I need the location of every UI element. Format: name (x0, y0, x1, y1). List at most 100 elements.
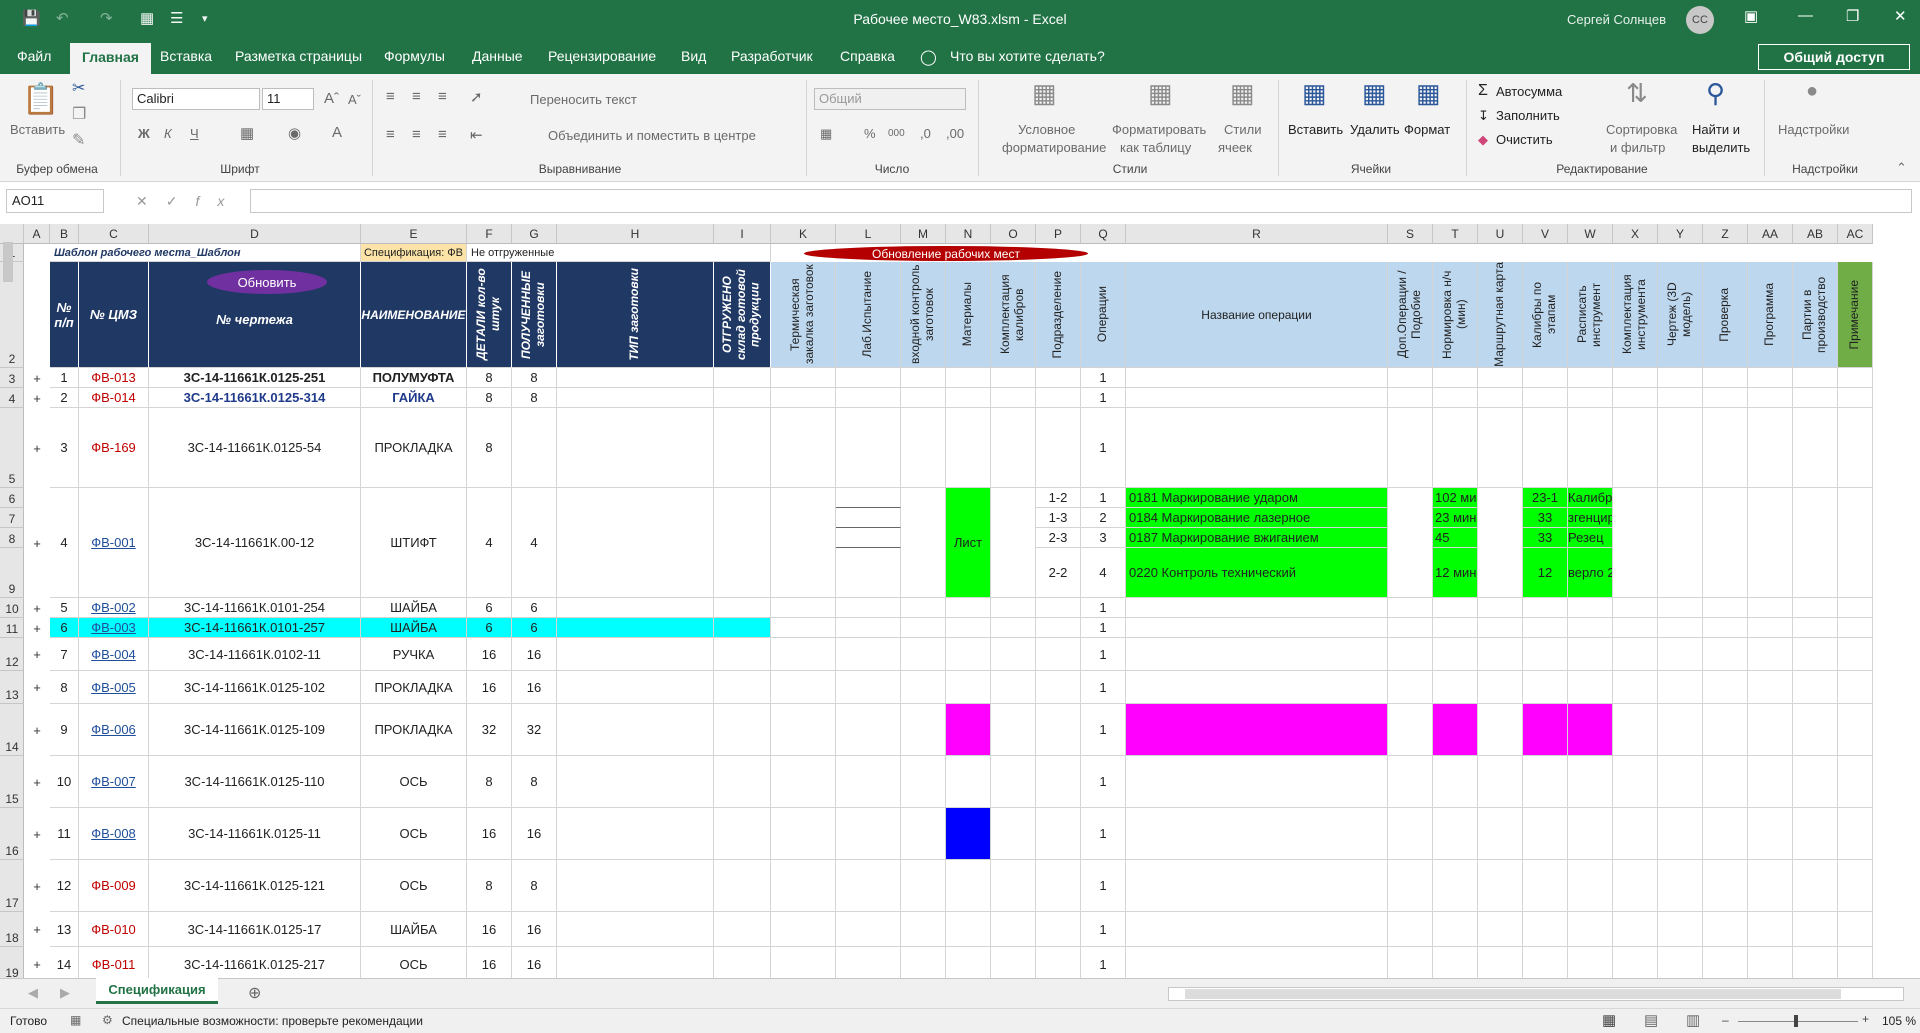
cell-p[interactable] (1036, 860, 1081, 912)
cell-styles-label[interactable]: ячеек (1218, 140, 1252, 155)
cell-o[interactable] (991, 598, 1036, 618)
clear-button[interactable]: Очистить (1496, 132, 1553, 147)
cell-i[interactable] (714, 408, 771, 488)
align-middle-icon[interactable]: ≡ (412, 88, 421, 105)
cell-h[interactable] (557, 488, 714, 598)
highlight-magenta[interactable] (1433, 704, 1478, 756)
cell-m[interactable] (901, 598, 946, 618)
cell-l[interactable] (836, 860, 901, 912)
cell-f[interactable]: 32 (467, 704, 512, 756)
cell-y[interactable] (1658, 947, 1703, 978)
cell-r[interactable] (1126, 388, 1388, 408)
cell-h[interactable] (557, 618, 714, 638)
cell-t[interactable] (1433, 808, 1478, 860)
cell-c[interactable]: ФВ-006 (79, 704, 149, 756)
cell-x[interactable] (1613, 808, 1658, 860)
cell-ac[interactable] (1838, 618, 1873, 638)
outline-expand-icon[interactable]: + (24, 704, 50, 756)
column-header[interactable]: M (901, 224, 946, 244)
cell-o[interactable] (991, 408, 1036, 488)
cell-v[interactable] (1523, 860, 1568, 912)
cell-n[interactable] (946, 368, 991, 388)
cell-c[interactable]: ФВ-002 (79, 598, 149, 618)
maximize-icon[interactable]: ❐ (1846, 7, 1859, 25)
cell-s[interactable] (1388, 368, 1433, 388)
format-table-label[interactable]: как таблицу (1120, 140, 1191, 155)
cell-n[interactable] (946, 598, 991, 618)
cell-i[interactable] (714, 638, 771, 671)
cell-p[interactable] (1036, 618, 1081, 638)
lab-cell[interactable] (836, 488, 901, 508)
align-top-icon[interactable]: ≡ (386, 88, 395, 105)
cell-r[interactable] (1126, 808, 1388, 860)
cell-x[interactable] (1613, 704, 1658, 756)
outline-expand-icon[interactable]: + (24, 368, 50, 388)
cell-v[interactable] (1523, 388, 1568, 408)
cell-g[interactable]: 6 (512, 618, 557, 638)
tab-home[interactable]: Главная (70, 43, 151, 74)
op-cell-t[interactable]: 12 мин (1433, 548, 1478, 598)
cell-x[interactable] (1613, 947, 1658, 978)
cell-d[interactable]: 3С-14-11661К.0125-314 (149, 388, 361, 408)
outline-expand-icon[interactable]: + (24, 756, 50, 808)
cell-k[interactable] (771, 912, 836, 947)
op-cell-r[interactable]: 0187 Маркирование вжиганием (1126, 528, 1388, 548)
cell-q[interactable]: 1 (1081, 408, 1126, 488)
font-size-select[interactable]: 11 (262, 88, 314, 110)
op-cell-t[interactable]: 102 ми (1433, 488, 1478, 508)
fill-icon[interactable]: ↧ (1478, 108, 1489, 124)
cell-v[interactable] (1523, 618, 1568, 638)
outline-expand-icon[interactable]: + (24, 488, 50, 598)
cell-k[interactable] (771, 408, 836, 488)
scrollbar-thumb[interactable] (3, 242, 13, 282)
cell-f[interactable]: 8 (467, 388, 512, 408)
zoom-in-icon[interactable]: + (1862, 1012, 1869, 1026)
cell-z[interactable] (1703, 671, 1748, 704)
cell-y[interactable] (1658, 388, 1703, 408)
cell-n[interactable] (946, 671, 991, 704)
tell-me-input[interactable]: Что вы хотите сделать? (950, 48, 1105, 64)
cell-x[interactable] (1613, 671, 1658, 704)
cell-i[interactable] (714, 947, 771, 978)
cell-q[interactable]: 1 (1081, 947, 1126, 978)
cell-y[interactable] (1658, 598, 1703, 618)
cell-v[interactable] (1523, 671, 1568, 704)
cell-ac[interactable] (1838, 947, 1873, 978)
column-header[interactable]: N (946, 224, 991, 244)
cell-f[interactable]: 16 (467, 912, 512, 947)
cell-k[interactable] (771, 618, 836, 638)
outline-expand-icon[interactable]: + (24, 671, 50, 704)
cell-r[interactable] (1126, 638, 1388, 671)
shrink-font-icon[interactable]: Aˇ (348, 92, 361, 107)
find-select-label[interactable]: выделить (1692, 140, 1750, 155)
cell-s[interactable] (1388, 808, 1433, 860)
cell-ab[interactable] (1793, 368, 1838, 388)
cell-m[interactable] (901, 488, 946, 598)
cell-v[interactable] (1523, 756, 1568, 808)
cell-o[interactable] (991, 488, 1036, 598)
outline-expand-icon[interactable]: + (24, 388, 50, 408)
cell-n[interactable] (946, 408, 991, 488)
cell-u[interactable] (1478, 488, 1523, 598)
underline-icon[interactable]: Ч (190, 126, 199, 141)
cell-y[interactable] (1658, 488, 1703, 598)
indent-icon[interactable]: ⇤ (470, 126, 483, 144)
outline-expand-icon[interactable]: + (24, 808, 50, 860)
column-header[interactable]: AB (1793, 224, 1838, 244)
grow-font-icon[interactable]: Aˆ (324, 90, 339, 107)
font-color-icon[interactable]: A (332, 124, 342, 141)
cell-w[interactable] (1568, 756, 1613, 808)
cell-e[interactable]: ПОЛУМУФТА (361, 368, 467, 388)
cell-e[interactable]: ОСЬ (361, 756, 467, 808)
paste-button[interactable]: Вставить (10, 122, 65, 137)
cell-p[interactable] (1036, 704, 1081, 756)
tab-review[interactable]: Рецензирование (548, 48, 656, 64)
cell-x[interactable] (1613, 912, 1658, 947)
cell-g[interactable]: 8 (512, 756, 557, 808)
column-header[interactable]: Y (1658, 224, 1703, 244)
autosum-icon[interactable]: Σ (1478, 82, 1488, 100)
row-header[interactable]: 16 (0, 808, 24, 860)
column-header[interactable]: AA (1748, 224, 1793, 244)
cell-ac[interactable] (1838, 808, 1873, 860)
cell-t[interactable] (1433, 638, 1478, 671)
